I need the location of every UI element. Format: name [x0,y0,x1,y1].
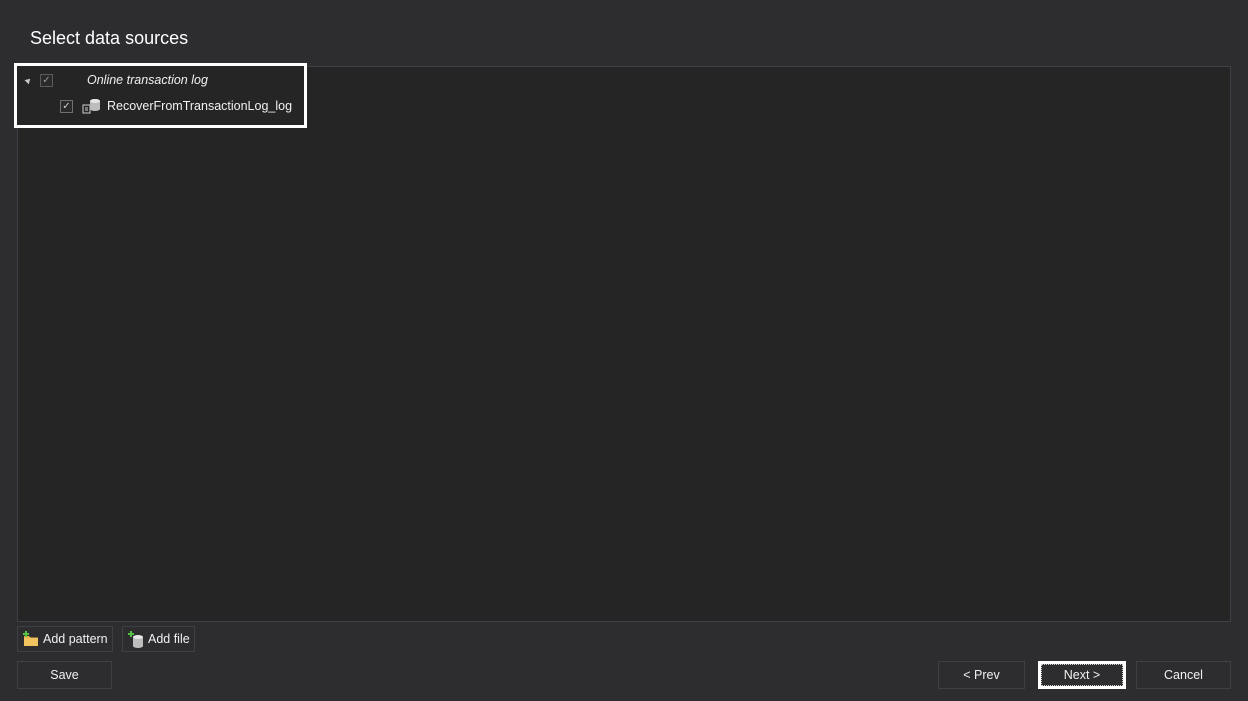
next-button[interactable]: Next > [1038,661,1126,689]
tree-item-log-file[interactable]: ✓ RecoverFromTransactionLog_log [60,96,292,116]
add-pattern-label: Add pattern [43,632,108,646]
collapse-triangle-icon[interactable] [24,76,33,84]
log-file-checkbox[interactable]: ✓ [60,99,73,113]
save-button[interactable]: Save [17,661,112,689]
online-log-checkbox[interactable]: ✓ [40,73,53,87]
page-title: Select data sources [30,28,189,48]
database-add-icon [127,630,145,648]
data-sources-tree[interactable] [17,66,1231,622]
add-file-button[interactable]: Add file [122,626,195,652]
add-file-label: Add file [148,632,190,646]
folder-add-icon [22,630,40,648]
cancel-button[interactable]: Cancel [1136,661,1231,689]
database-log-icon [82,97,102,115]
tree-item-online-transaction-log[interactable]: ✓ Online transaction log [24,70,208,90]
tree-item-label: Online transaction log [87,73,208,87]
next-button-label: Next > [1041,664,1123,686]
add-pattern-button[interactable]: Add pattern [17,626,113,652]
prev-button[interactable]: < Prev [938,661,1025,689]
tree-item-label: RecoverFromTransactionLog_log [107,99,293,113]
